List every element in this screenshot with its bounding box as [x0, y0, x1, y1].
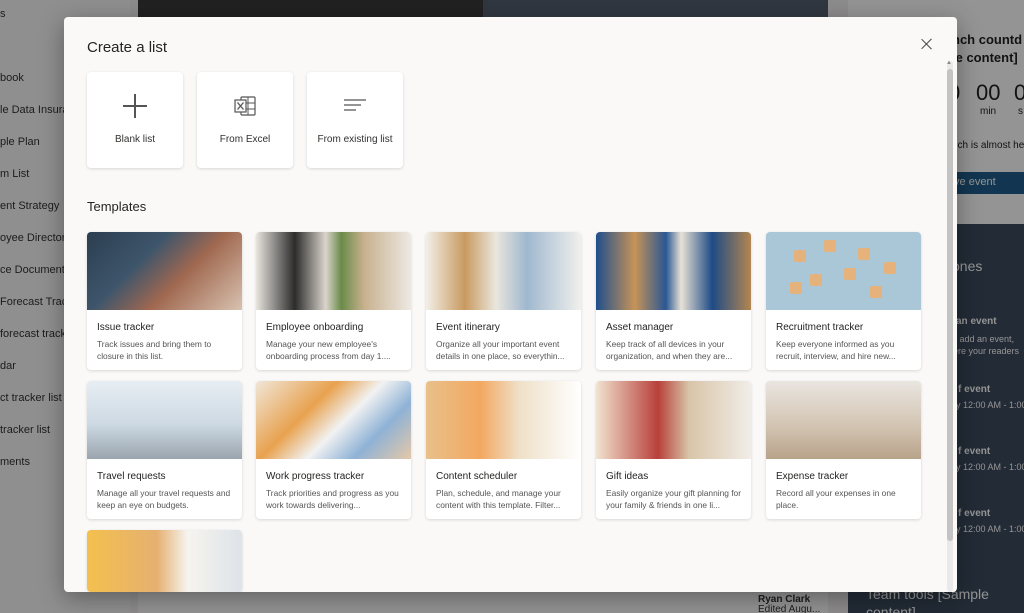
create-option-label: Blank list	[114, 134, 155, 145]
close-icon[interactable]	[919, 37, 935, 53]
template-expense-tracker[interactable]: Expense tracker Record all your expenses…	[766, 381, 921, 519]
template-thumbnail	[596, 381, 751, 459]
template-content-scheduler[interactable]: Content scheduler Plan, schedule, and ma…	[426, 381, 581, 519]
templates-heading: Templates	[87, 199, 147, 214]
template-event-itinerary[interactable]: Event itinerary Organize all your import…	[426, 232, 581, 370]
template-thumbnail	[256, 232, 411, 310]
person-block-icon	[870, 286, 882, 298]
template-description: Easily organize your gift planning for y…	[606, 488, 742, 510]
dialog-scrollbar[interactable]: ▲	[945, 60, 954, 592]
template-description: Track issues and bring them to closure i…	[97, 339, 212, 361]
template-employee-onboarding[interactable]: Employee onboarding Manage your new empl…	[256, 232, 411, 370]
create-list-dialog: Create a list ▲ Blank list From Excel Fr…	[64, 17, 957, 592]
template-thumbnail	[766, 232, 921, 310]
template-thumbnail	[87, 381, 242, 459]
template-description: Manage all your travel requests and keep…	[97, 488, 231, 510]
person-block-icon	[884, 262, 896, 274]
template-name: Gift ideas	[606, 471, 649, 482]
template-description: Record all your expenses in one place.	[776, 488, 896, 510]
template-description: Keep everyone informed as you recruit, i…	[776, 339, 896, 361]
person-block-icon	[824, 240, 836, 252]
template-name: Content scheduler	[436, 471, 518, 482]
scroll-up-icon[interactable]: ▲	[946, 60, 952, 66]
blank-list-button[interactable]: Blank list	[87, 72, 183, 168]
list-lines-icon	[344, 99, 366, 111]
template-card-partial[interactable]	[87, 530, 242, 592]
create-option-label: From existing list	[317, 134, 393, 145]
person-block-icon	[790, 282, 802, 294]
template-thumbnail	[87, 530, 242, 592]
template-work-progress-tracker[interactable]: Work progress tracker Track priorities a…	[256, 381, 411, 519]
template-description: Track priorities and progress as you wor…	[266, 488, 399, 510]
create-option-label: From Excel	[219, 134, 271, 145]
template-name: Issue tracker	[97, 322, 155, 333]
template-description: Plan, schedule, and manage your content …	[436, 488, 561, 510]
scrollbar-thumb[interactable]	[947, 69, 953, 541]
person-block-icon	[810, 274, 822, 286]
template-thumbnail	[596, 232, 751, 310]
template-description: Manage your new employee's onboarding pr…	[266, 339, 391, 361]
template-thumbnail	[766, 381, 921, 459]
person-block-icon	[794, 250, 806, 262]
template-thumbnail	[256, 381, 411, 459]
dialog-title: Create a list	[87, 39, 168, 56]
template-description: Organize all your important event detail…	[436, 339, 565, 361]
person-block-icon	[858, 248, 870, 260]
template-recruitment-tracker[interactable]: Recruitment tracker Keep everyone inform…	[766, 232, 921, 370]
template-name: Employee onboarding	[266, 322, 364, 333]
template-thumbnail	[426, 381, 581, 459]
person-block-icon	[844, 268, 856, 280]
template-thumbnail	[87, 232, 242, 310]
template-thumbnail	[426, 232, 581, 310]
from-existing-list-button[interactable]: From existing list	[307, 72, 403, 168]
template-gift-ideas[interactable]: Gift ideas Easily organize your gift pla…	[596, 381, 751, 519]
from-excel-button[interactable]: From Excel	[197, 72, 293, 168]
excel-icon	[234, 96, 256, 116]
template-name: Recruitment tracker	[776, 322, 864, 333]
template-travel-requests[interactable]: Travel requests Manage all your travel r…	[87, 381, 242, 519]
template-name: Work progress tracker	[266, 471, 365, 482]
template-description: Keep track of all devices in your organi…	[606, 339, 733, 361]
template-name: Event itinerary	[436, 322, 500, 333]
template-issue-tracker[interactable]: Issue tracker Track issues and bring the…	[87, 232, 242, 370]
template-name: Travel requests	[97, 471, 166, 482]
template-name: Asset manager	[606, 322, 674, 333]
plus-icon	[123, 94, 147, 118]
template-asset-manager[interactable]: Asset manager Keep track of all devices …	[596, 232, 751, 370]
template-name: Expense tracker	[776, 471, 849, 482]
